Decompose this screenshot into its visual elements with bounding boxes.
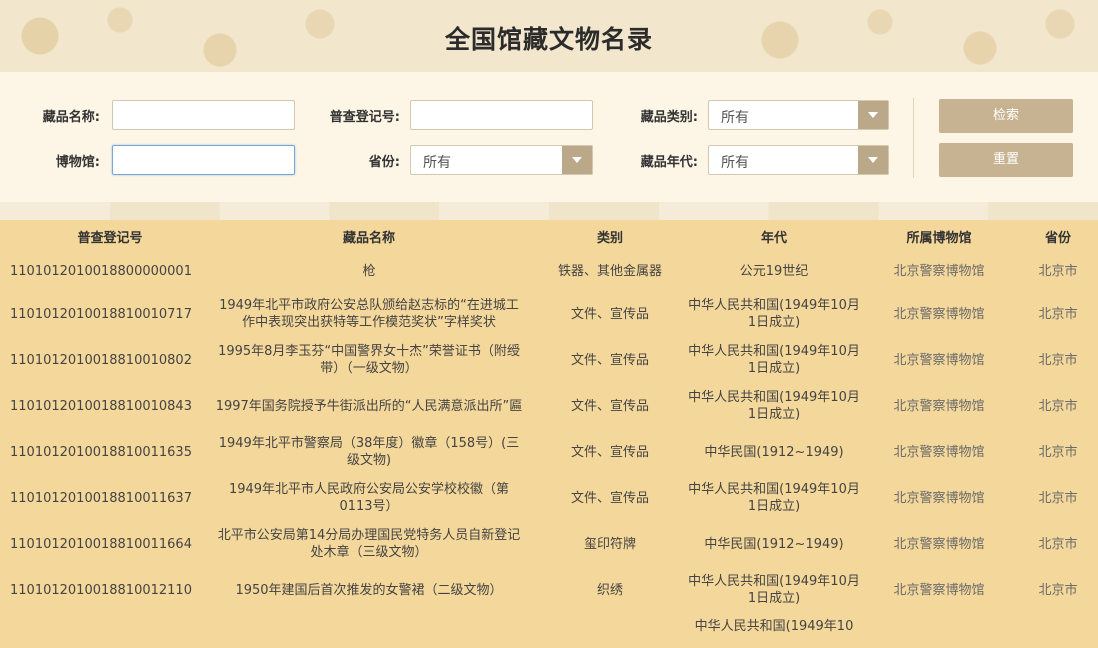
museum-cell: 北京警察博物馆: [893, 536, 985, 552]
museum-input[interactable]: [112, 145, 295, 175]
reg-number-cell: 1101012010018810011637: [10, 490, 192, 506]
reg-number-cell: 1101012010018810010843: [10, 398, 192, 414]
table-row[interactable]: 1101012010018810011635 1949年北平市警察局（38年度）徽…: [0, 430, 1098, 474]
category-cell: 文件、宣传品: [570, 306, 649, 322]
chevron-down-icon[interactable]: [562, 146, 592, 174]
museum-cell: 北京警察博物馆: [893, 306, 985, 322]
category-cell: 织绣: [596, 582, 623, 598]
category-value: 所有: [721, 110, 749, 126]
table-row[interactable]: 1101012010018810012110 1950年建国后首次推发的女警裙（二…: [0, 568, 1098, 612]
page-title: 全国馆藏文物名录: [444, 25, 653, 54]
era-cell: 中华人民共和国(1949年10月1日成立): [688, 482, 860, 514]
era-cell: 中华人民共和国(1949年10月1日成立): [688, 574, 860, 606]
museum-cell: 北京警察博物馆: [893, 352, 985, 368]
table-row[interactable]: 1101012010018810010843 1997年国务院授予牛街派出所的“人…: [0, 384, 1098, 428]
reset-button[interactable]: 重置: [939, 143, 1073, 177]
era-cell: 中华人民共和国(1949年10月1日成立): [688, 390, 860, 422]
era-cell: 公元19世纪: [739, 263, 809, 279]
name-cell: 1995年8月李玉芬“中国警界女十杰”荣誉证书（附绶带）（一级文物）: [218, 344, 520, 376]
table-row[interactable]: 1101012010018810011637 1949年北平市人民政府公安局公安学…: [0, 476, 1098, 520]
category-cell: [540, 616, 680, 648]
divider: [913, 98, 914, 178]
province-cell: 北京市: [1038, 582, 1078, 598]
reg-number-label: 普查登记号:: [329, 110, 400, 125]
name-label: 藏品名称:: [42, 110, 100, 125]
name-cell: 1950年建国后首次推发的女警裙（二级文物）: [235, 582, 503, 598]
museum-cell: 北京警察博物馆: [893, 582, 985, 598]
era-value: 所有: [721, 155, 749, 171]
page-header: 全国馆藏文物名录: [0, 0, 1098, 72]
category-label: 藏品类别:: [640, 110, 698, 125]
province-cell: 北京市: [1038, 536, 1078, 552]
name-cell: 1949年北平市警察局（38年度）徽章（158号）(三级文物): [218, 436, 520, 468]
table-row[interactable]: 1101012010018810010717 1949年北平市政府公安总队颁给赵志…: [0, 292, 1098, 336]
era-cell: 中华民国(1912~1949): [704, 536, 844, 552]
reg-number-cell: 1101012010018810012110: [10, 582, 192, 598]
province-cell: 北京市: [1038, 352, 1078, 368]
name-cell: 1949年北平市人民政府公安局公安学校校徽（第0113号）: [228, 482, 510, 514]
museum-cell: 北京警察博物馆: [893, 444, 985, 460]
reg-number-cell: [10, 616, 210, 648]
category-cell: 文件、宣传品: [570, 352, 649, 368]
museum-cell: 北京警察博物馆: [893, 263, 985, 279]
category-cell: 文件、宣传品: [570, 490, 649, 506]
category-cell: 玺印符牌: [583, 536, 636, 552]
filter-panel: 藏品名称: 普查登记号: 藏品类别: 所有 博物馆: 省份: 所有 藏品年代: …: [0, 72, 1098, 202]
category-cell: 铁器、其他金属器: [557, 263, 662, 279]
reg-number-cell: 1101012010018810010802: [10, 352, 192, 368]
name-input[interactable]: [112, 100, 295, 130]
column-header[interactable]: 普查登记号: [10, 220, 210, 256]
era-cell: 中华人民共和国(1949年10月1日成立): [688, 344, 860, 376]
province-value: 所有: [423, 155, 451, 171]
province-cell: 北京市: [1038, 444, 1078, 460]
decorative-band: [0, 202, 1098, 220]
province-cell: [1020, 616, 1096, 648]
table-row[interactable]: 1101012010018800000001 枪 铁器、其他金属器 公元19世纪 北京警…: [0, 256, 1098, 286]
category-cell: 文件、宣传品: [570, 444, 649, 460]
era-cell: 中华民国(1912~1949): [704, 444, 844, 460]
province-cell: 北京市: [1038, 306, 1078, 322]
province-label: 省份:: [368, 155, 400, 170]
museum-cell: [868, 616, 1010, 648]
column-header[interactable]: 年代: [688, 220, 860, 256]
column-header[interactable]: 藏品名称: [215, 220, 523, 256]
chevron-down-icon[interactable]: [858, 146, 888, 174]
province-select[interactable]: 所有: [410, 145, 593, 175]
reg-number-cell: 1101012010018810011635: [10, 444, 192, 460]
table-row[interactable]: 1101012010018810011664 北平市公安局第14分局办理国民党特务…: [0, 522, 1098, 566]
name-cell: 1949年北平市政府公安总队颁给赵志标的“在进城工作中表现突出获特等工作模范奖状…: [219, 298, 519, 330]
name-cell: 北平市公安局第14分局办理国民党特务人员自新登记处木章（三级文物）: [217, 528, 521, 560]
column-header[interactable]: 所属博物馆: [868, 220, 1010, 256]
era-cell: 中华人民共和国(1949年10: [694, 619, 854, 634]
table-row[interactable]: 中华人民共和国(1949年10: [0, 616, 1098, 646]
era-cell: 中华人民共和国(1949年10月1日成立): [688, 298, 860, 330]
province-cell: 北京市: [1038, 398, 1078, 414]
reg-number-cell: 1101012010018810010717: [10, 306, 192, 322]
province-cell: 北京市: [1038, 263, 1078, 279]
reg-number-input[interactable]: [410, 100, 593, 130]
category-cell: 文件、宣传品: [570, 398, 649, 414]
search-button[interactable]: 检索: [939, 99, 1073, 133]
reg-number-cell: 1101012010018800000001: [10, 263, 192, 279]
museum-cell: 北京警察博物馆: [893, 490, 985, 506]
table-header: 普查登记号 藏品名称 类别 年代 所属博物馆 省份: [0, 220, 1098, 256]
column-header[interactable]: 省份: [1020, 220, 1096, 256]
museum-cell: 北京警察博物馆: [893, 398, 985, 414]
name-cell: 1997年国务院授予牛街派出所的“人民满意派出所”匾: [215, 398, 523, 414]
name-cell: 枪: [362, 263, 376, 279]
museum-label: 博物馆:: [55, 155, 100, 170]
reg-number-cell: 1101012010018810011664: [10, 536, 192, 552]
chevron-down-icon[interactable]: [858, 101, 888, 129]
era-select[interactable]: 所有: [708, 145, 889, 175]
column-header[interactable]: 类别: [540, 220, 680, 256]
table-row[interactable]: 1101012010018810010802 1995年8月李玉芬“中国警界女十杰…: [0, 338, 1098, 382]
name-cell: [215, 616, 523, 648]
category-select[interactable]: 所有: [708, 100, 889, 130]
era-label: 藏品年代:: [640, 155, 698, 170]
province-cell: 北京市: [1038, 490, 1078, 506]
